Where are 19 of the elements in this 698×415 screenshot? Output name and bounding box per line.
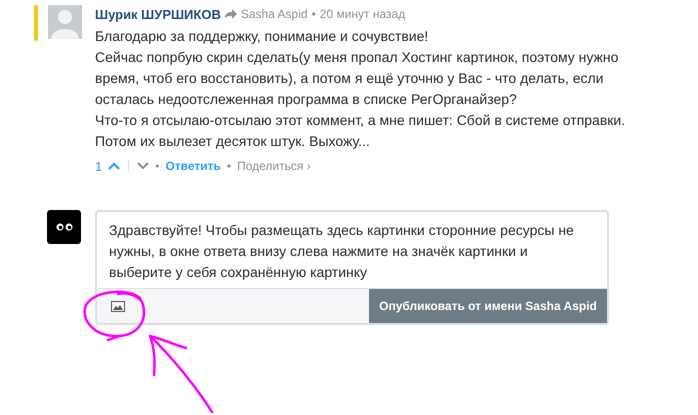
reply-link[interactable]: Ответить xyxy=(165,159,221,173)
separator-dot: • xyxy=(155,159,160,173)
separator-dot: • xyxy=(312,7,316,21)
comment-text: Благодарю за поддержку, понимание и сочувствие! xyxy=(95,27,430,46)
comment-text: Сейчас попрбую скрин сделать(у меня пропал Хостинг картинок, поэтому нужно время, чтоб его восстановить), а потом я ещё уточню у Вас - что делать, если осталась недоотслеженная программа в списке РегОрганайзер? xyxy=(95,48,620,109)
comment-text: Что-то я отсылаю-отсылаю этот коммент, а мне пишет: Сбой в системе отправки. Потом их вылезет десяток штук. Выхожу... xyxy=(95,111,626,151)
share-link[interactable]: Поделиться › xyxy=(237,159,311,173)
author-name[interactable]: Шурик ШУРШИКОВ xyxy=(95,6,221,22)
separator-dot: • xyxy=(226,159,232,173)
avatar-icon xyxy=(47,210,81,244)
publish-button[interactable]: Опубликовать от имени Sasha Aspid xyxy=(369,289,607,323)
vote-count: 1 xyxy=(95,158,102,174)
reply-field[interactable]: Здравствуйте! Чтобы размещать здесь картинки сторонние ресурсы не нужны, в окне ответа внизу слева нажмите на значёк картинки и выберите у себя сохранённую картинку Опубликовать от имени Sasha Aspid xyxy=(95,210,609,325)
upvote-icon[interactable] xyxy=(108,162,120,170)
reply-to-name[interactable]: Sasha Aspid xyxy=(240,7,308,21)
arrow-icon xyxy=(224,9,237,19)
downvote-icon[interactable] xyxy=(137,162,150,170)
timestamp[interactable]: 20 минут назад xyxy=(320,7,406,21)
image-icon[interactable] xyxy=(111,300,125,312)
